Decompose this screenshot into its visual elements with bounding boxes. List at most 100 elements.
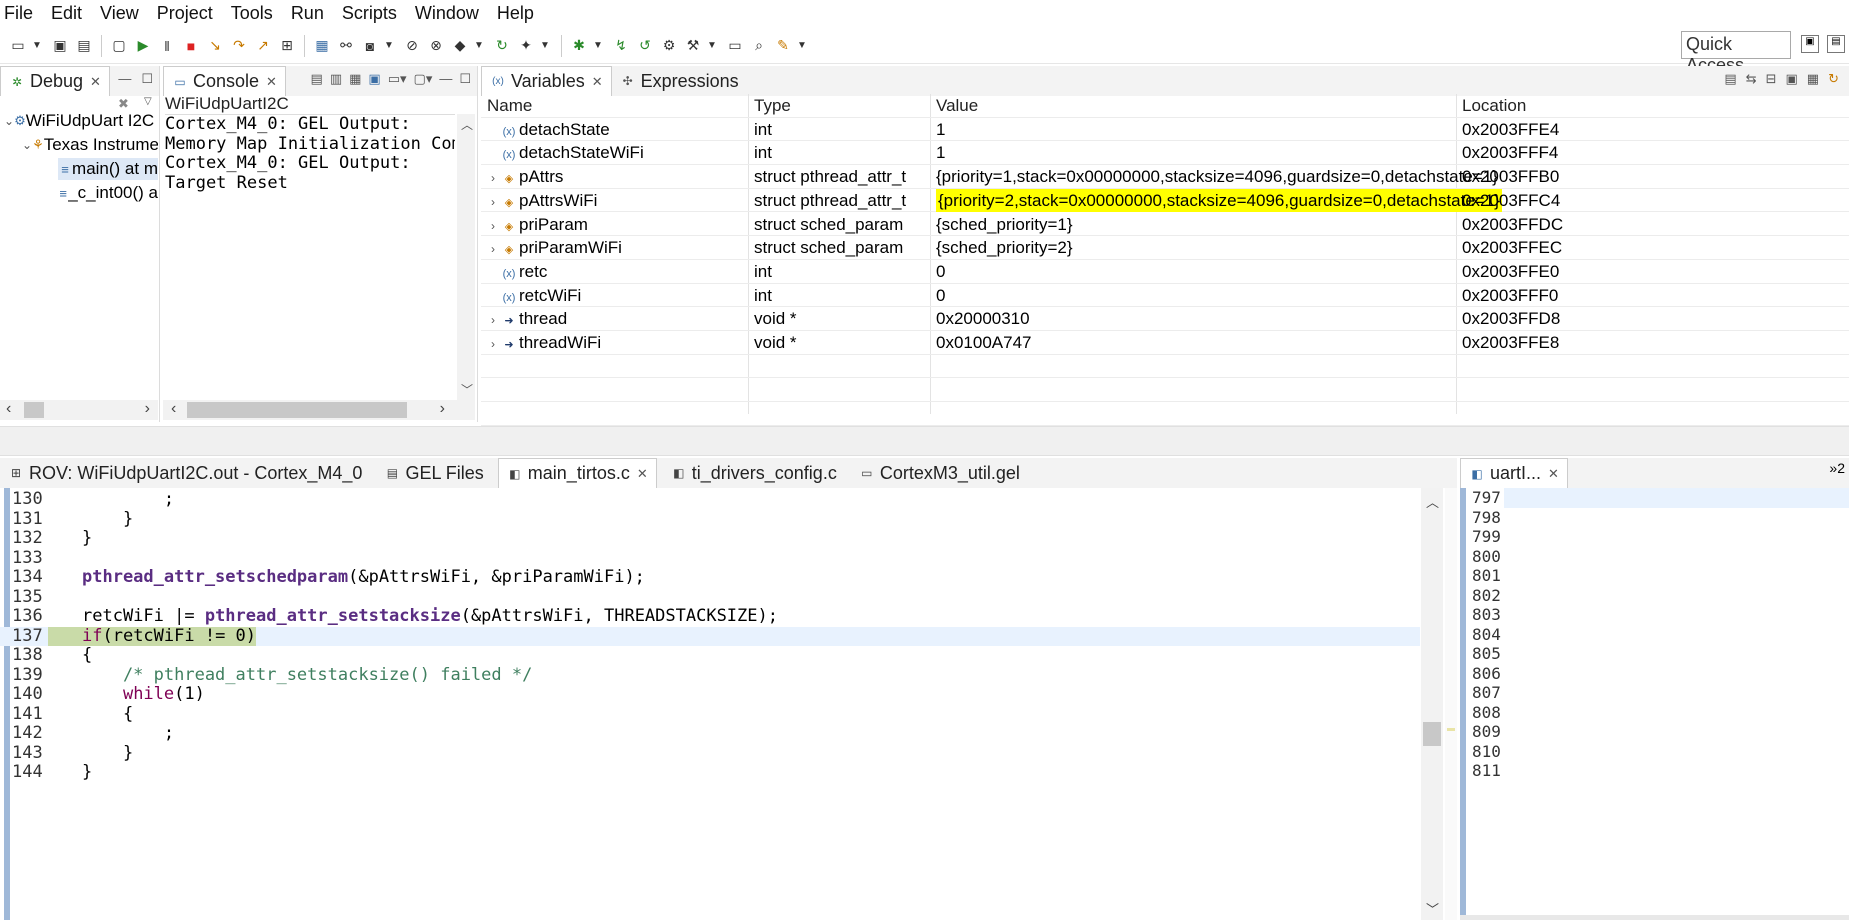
tab-editor-file[interactable]: ⊞ ROV: WiFiUdpUartI2C.out - Cortex_M4_0 <box>0 458 370 488</box>
tab-console[interactable]: ▭ Console ✕ <box>163 66 286 96</box>
column-header-value[interactable]: Value <box>936 94 978 118</box>
step-over-icon[interactable]: ↷ <box>229 36 249 56</box>
maximize-icon[interactable]: ☐ <box>459 71 471 87</box>
variable-value[interactable]: 0 <box>936 284 945 308</box>
scroll-thumb[interactable] <box>24 402 44 418</box>
gear-dropdown-icon[interactable]: ▼ <box>593 36 603 56</box>
table-row[interactable]: › ➜ thread void * 0x20000310 0x2003FFD8 <box>481 307 1849 331</box>
table-row[interactable]: (x) detachState int 1 0x2003FFE4 <box>481 118 1849 142</box>
chevron-right-icon[interactable]: › <box>485 238 501 260</box>
tab-uart[interactable]: ◧ uartI... ✕ <box>1460 458 1568 488</box>
menu-scripts[interactable]: Scripts <box>333 1 406 25</box>
reset-icon[interactable]: ⊘ <box>402 36 422 56</box>
close-icon[interactable]: ✕ <box>592 74 603 90</box>
refresh-icon[interactable]: ↻ <box>1828 71 1839 87</box>
scroll-left-icon[interactable]: ‹ <box>171 400 176 418</box>
add-watch-icon[interactable]: ⇆ <box>1746 71 1757 87</box>
table-row[interactable]: (x) detachStateWiFi int 1 0x2003FFF4 <box>481 141 1849 166</box>
scroll-down-icon[interactable]: ﹀ <box>1426 899 1439 918</box>
save-icon[interactable]: ▣ <box>50 36 70 56</box>
minimize-icon[interactable]: — <box>439 71 452 87</box>
new-dropdown-icon[interactable]: ▼ <box>32 36 42 56</box>
variable-value[interactable]: 0 <box>936 260 945 284</box>
new-icon[interactable]: ▭ <box>8 36 28 56</box>
terminate-icon[interactable]: ■ <box>181 36 201 56</box>
variable-value[interactable]: 0x0100A747 <box>936 331 1031 355</box>
load-dropdown-icon[interactable]: ▼ <box>474 36 484 56</box>
editor-vscrollbar[interactable]: ︿ ﹀ <box>1421 488 1443 920</box>
target-icon[interactable]: ✦ <box>516 36 536 56</box>
table-row[interactable]: (x) retcWiFi int 0 0x2003FFF0 <box>481 284 1849 308</box>
pin-view-icon[interactable]: ▦ <box>1807 71 1819 87</box>
debug-view-icon[interactable]: ▢ <box>109 36 129 56</box>
run-to-line-icon[interactable]: ↯ <box>611 36 631 56</box>
tab-editor-file[interactable]: ▭ CortexM3_util.gel <box>851 458 1028 488</box>
scroll-up-icon[interactable]: ︿ <box>461 116 473 133</box>
hammer-dropdown-icon[interactable]: ▼ <box>707 36 717 56</box>
scroll-right-icon[interactable]: › <box>145 400 150 418</box>
scroll-down-icon[interactable]: ﹀ <box>461 381 473 398</box>
menu-project[interactable]: Project <box>148 1 222 25</box>
menu-window[interactable]: Window <box>406 1 488 25</box>
chevron-right-icon[interactable]: › <box>485 333 501 355</box>
chevron-right-icon[interactable]: › <box>485 191 501 213</box>
scroll-right-icon[interactable]: › <box>440 400 445 418</box>
quick-access-field[interactable]: Quick Access <box>1681 31 1791 75</box>
minimize-icon[interactable]: — <box>118 71 131 87</box>
connect-icon[interactable]: ▦ <box>312 36 332 56</box>
clear-console-icon[interactable]: ▤ <box>311 71 323 87</box>
display-console-icon[interactable]: ▭▾ <box>388 71 407 87</box>
table-row[interactable]: › ◈ pAttrs struct pthread_attr_t {priority=1… <box>481 165 1849 189</box>
table-row[interactable]: (x) retc int 0 0x2003FFE0 <box>481 260 1849 284</box>
table-row[interactable]: › ◈ priParam struct sched_param {sched_prior… <box>481 213 1849 237</box>
table-row[interactable]: › ◈ pAttrsWiFi struct pthread_attr_t {priori… <box>481 188 1849 213</box>
run-icon[interactable]: ↺ <box>635 36 655 56</box>
pin-dropdown-icon[interactable]: ▼ <box>797 36 807 56</box>
column-header-location[interactable]: Location <box>1462 94 1526 118</box>
build-icon[interactable]: ⚙ <box>659 36 679 56</box>
step-return-icon[interactable]: ↗ <box>253 36 273 56</box>
pin-icon[interactable]: ✎ <box>773 36 793 56</box>
open-perspective-icon[interactable]: ▣ <box>1801 35 1819 53</box>
more-tabs-button[interactable]: »2 <box>1829 460 1845 476</box>
save-all-icon[interactable]: ▤ <box>74 36 94 56</box>
debug-hscrollbar[interactable]: ‹ › <box>0 400 158 420</box>
tab-editor-file[interactable]: ▤ GEL Files <box>376 458 491 488</box>
variable-value[interactable]: 1 <box>936 118 945 142</box>
variable-value[interactable]: 1 <box>936 141 945 165</box>
uart-hscrollbar[interactable] <box>1460 915 1849 920</box>
close-icon[interactable]: ✕ <box>637 466 648 482</box>
menu-edit[interactable]: Edit <box>42 1 91 25</box>
scroll-left-icon[interactable]: ‹ <box>6 400 11 418</box>
scroll-up-icon[interactable]: ︿ <box>1426 492 1439 511</box>
table-row[interactable]: › ➜ threadWiFi void * 0x0100A747 0x2003FFE8 <box>481 331 1849 355</box>
close-icon[interactable]: ✕ <box>266 74 277 90</box>
close-icon[interactable]: ✕ <box>1548 466 1559 482</box>
scroll-thumb[interactable] <box>187 402 407 418</box>
restart-icon[interactable]: ⊗ <box>426 36 446 56</box>
refresh-icon[interactable]: ↻ <box>492 36 512 56</box>
variable-value[interactable]: 0x20000310 <box>936 307 1030 331</box>
tab-debug[interactable]: ✲ Debug ✕ <box>0 66 110 96</box>
step-into-icon[interactable]: ↘ <box>205 36 225 56</box>
target-dropdown-icon[interactable]: ▼ <box>540 36 550 56</box>
console-hscrollbar[interactable]: ‹ › <box>163 400 475 420</box>
table-icon[interactable]: ⊞ <box>277 36 297 56</box>
chevron-down-icon[interactable]: ⌄ <box>4 114 14 128</box>
menu-view[interactable]: View <box>91 1 148 25</box>
chevron-down-icon[interactable]: ⌄ <box>22 138 32 152</box>
gear-icon[interactable]: ✱ <box>569 36 589 56</box>
debug-tree-item[interactable]: ⌄ ⚙ WiFiUdpUart I2C [ <box>4 110 158 132</box>
variable-value[interactable]: {sched_priority=2} <box>936 236 1073 260</box>
debug-tree-item[interactable]: ⌄ ⚘ Texas Instrume <box>22 134 158 156</box>
pin-console-icon[interactable]: ▣ <box>368 71 380 87</box>
tab-editor-file[interactable]: ◧ main_tirtos.c ✕ <box>497 458 657 488</box>
menu-run[interactable]: Run <box>282 1 333 25</box>
memory-dropdown-icon[interactable]: ▼ <box>384 36 394 56</box>
view-menu-icon[interactable]: ▽ <box>144 96 152 107</box>
open-console-icon[interactable]: ▢▾ <box>414 71 433 87</box>
word-wrap-icon[interactable]: ▦ <box>349 71 361 87</box>
tab-editor-file[interactable]: ◧ ti_drivers_config.c <box>663 458 845 488</box>
maximize-icon[interactable]: ☐ <box>141 71 153 87</box>
scroll-lock-icon[interactable]: ▥ <box>330 71 342 87</box>
